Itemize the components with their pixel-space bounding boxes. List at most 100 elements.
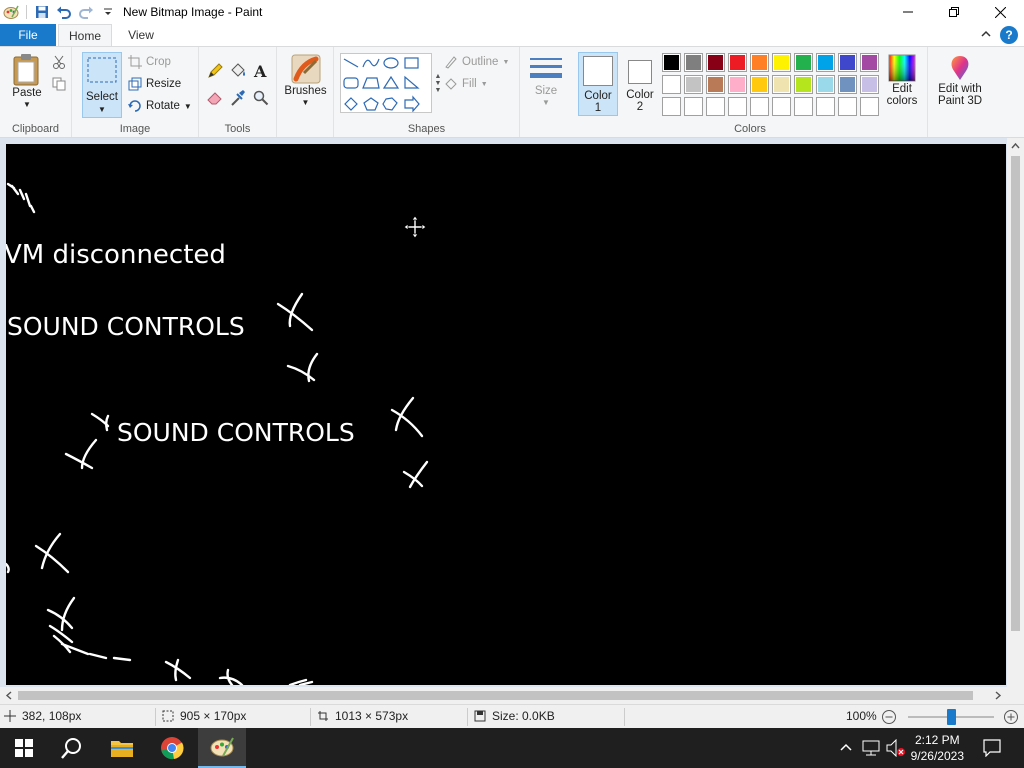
close-icon <box>994 6 1006 18</box>
drawing-canvas[interactable]: VM disconnected SOUND CONTROLS SOUND CON… <box>6 144 1006 685</box>
maximize-button[interactable] <box>931 0 977 24</box>
select-dropdown-icon[interactable]: ▼ <box>83 105 121 114</box>
search-button[interactable] <box>48 728 96 768</box>
file-explorer-button[interactable] <box>98 728 146 768</box>
scroll-left-icon[interactable] <box>5 691 13 700</box>
palette-swatch[interactable] <box>816 53 835 72</box>
palette-swatch[interactable] <box>816 97 835 116</box>
customize-qat-icon[interactable] <box>97 1 119 23</box>
palette-swatch[interactable] <box>684 53 703 72</box>
paste-icon <box>13 54 39 86</box>
tab-file[interactable]: File <box>0 24 56 46</box>
brushes-dropdown-icon[interactable]: ▼ <box>302 97 310 109</box>
volume-muted-icon[interactable] <box>886 739 906 757</box>
color-picker-icon[interactable] <box>230 89 246 107</box>
palette-swatch[interactable] <box>860 97 879 116</box>
tab-home[interactable]: Home <box>58 24 112 46</box>
paint-app-icon[interactable] <box>0 1 22 23</box>
fill-button[interactable]: Fill ▼ <box>444 75 488 93</box>
palette-swatch[interactable] <box>706 53 725 72</box>
fill-dropdown-icon[interactable]: ▼ <box>481 81 488 88</box>
vertical-scrollbar[interactable] <box>1007 138 1024 687</box>
palette-swatch[interactable] <box>794 53 813 72</box>
zoom-slider-track[interactable] <box>908 709 994 725</box>
select-button[interactable]: Select ▼ <box>82 52 122 118</box>
palette-swatch[interactable] <box>860 75 879 94</box>
palette-swatch[interactable] <box>750 53 769 72</box>
rotate-button[interactable]: Rotate ▼ <box>128 97 192 115</box>
crop-button[interactable]: Crop <box>128 53 171 71</box>
palette-swatch[interactable] <box>794 97 813 116</box>
resize-button[interactable]: Resize <box>128 75 181 93</box>
scroll-right-icon[interactable] <box>994 691 1002 700</box>
vertical-scroll-thumb[interactable] <box>1011 156 1020 631</box>
chrome-button[interactable] <box>148 728 196 768</box>
cut-icon[interactable] <box>52 55 66 69</box>
palette-swatch[interactable] <box>750 97 769 116</box>
outline-dropdown-icon[interactable]: ▼ <box>502 59 509 66</box>
size-icon <box>530 58 562 78</box>
palette-swatch[interactable] <box>860 53 879 72</box>
text-icon[interactable]: A <box>253 62 269 80</box>
palette-swatch[interactable] <box>662 75 681 94</box>
zoom-out-icon[interactable] <box>881 709 897 725</box>
palette-swatch[interactable] <box>772 53 791 72</box>
show-hidden-icons-icon[interactable] <box>840 742 852 754</box>
minimize-button[interactable] <box>885 0 931 24</box>
undo-icon[interactable] <box>53 1 75 23</box>
shapes-gallery-scroll[interactable]: ▲ ▼ ▼ <box>433 53 443 113</box>
palette-swatch[interactable] <box>728 97 747 116</box>
palette-swatch[interactable] <box>794 75 813 94</box>
horizontal-scroll-thumb[interactable] <box>18 691 973 700</box>
fill-bucket-icon[interactable] <box>229 62 247 80</box>
zoom-in-icon[interactable] <box>1003 709 1019 725</box>
color1-button[interactable]: Color 1 <box>578 52 618 116</box>
zoom-slider-thumb[interactable] <box>946 709 956 725</box>
palette-swatch[interactable] <box>838 75 857 94</box>
notifications-icon[interactable] <box>983 739 1001 757</box>
copy-icon[interactable] <box>52 77 66 91</box>
palette-swatch[interactable] <box>728 53 747 72</box>
palette-swatch[interactable] <box>684 97 703 116</box>
palette-swatch[interactable] <box>706 75 725 94</box>
file-size-value: Size: 0.0KB <box>492 709 555 723</box>
palette-swatch[interactable] <box>662 53 681 72</box>
palette-swatch[interactable] <box>706 97 725 116</box>
paste-dropdown-icon[interactable]: ▼ <box>23 99 31 111</box>
help-button[interactable]: ? <box>1000 26 1018 44</box>
palette-swatch[interactable] <box>750 75 769 94</box>
eraser-icon[interactable] <box>207 91 223 105</box>
redo-icon[interactable] <box>75 1 97 23</box>
horizontal-scrollbar[interactable] <box>0 687 1007 704</box>
rotate-dropdown-icon[interactable]: ▼ <box>184 102 192 111</box>
tab-view[interactable]: View <box>116 24 166 46</box>
palette-swatch[interactable] <box>684 75 703 94</box>
brushes-button[interactable]: Brushes ▼ <box>283 53 328 109</box>
paint-taskbar-button[interactable] <box>198 728 246 768</box>
start-button[interactable] <box>0 728 48 768</box>
palette-swatch[interactable] <box>772 75 791 94</box>
palette-swatch[interactable] <box>728 75 747 94</box>
clock[interactable]: 2:12 PM 9/26/2023 <box>911 732 964 764</box>
scroll-up-icon[interactable] <box>1011 142 1020 150</box>
close-button[interactable] <box>977 0 1023 24</box>
palette-swatch[interactable] <box>816 75 835 94</box>
edit-colors-button[interactable]: Edit colors <box>882 53 922 107</box>
magnifier-icon[interactable] <box>253 90 269 106</box>
palette-swatch[interactable] <box>662 97 681 116</box>
edit-with-paint3d-button[interactable]: Edit with Paint 3D <box>934 53 986 107</box>
size-button[interactable]: Size ▼ <box>526 55 566 109</box>
palette-swatch[interactable] <box>838 53 857 72</box>
palette-swatch[interactable] <box>772 97 791 116</box>
shapes-gallery-icons[interactable] <box>341 54 431 113</box>
pencil-icon[interactable] <box>207 63 223 79</box>
collapse-ribbon-icon[interactable] <box>980 28 992 40</box>
save-icon[interactable] <box>31 1 53 23</box>
outline-button[interactable]: Outline ▼ <box>444 53 509 71</box>
palette-swatch-fill <box>707 98 724 115</box>
color2-button[interactable]: Color 2 <box>620 52 660 116</box>
palette-swatch[interactable] <box>838 97 857 116</box>
paste-button[interactable]: Paste ▼ <box>8 53 46 111</box>
size-dropdown-icon[interactable]: ▼ <box>542 97 550 109</box>
network-icon[interactable] <box>862 740 880 756</box>
